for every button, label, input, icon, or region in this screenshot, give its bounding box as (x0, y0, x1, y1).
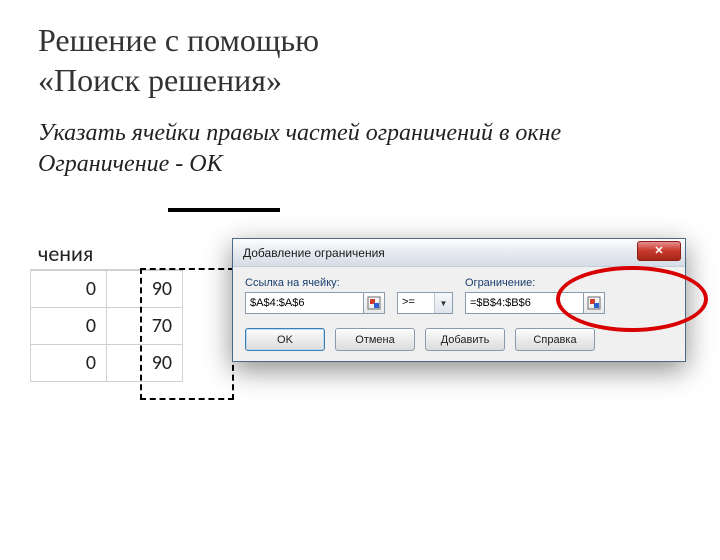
sheet-table: 0 90 0 70 0 90 (30, 270, 183, 382)
cancel-button[interactable]: Отмена (335, 328, 415, 351)
spreadsheet-fragment: чения 0 90 0 70 0 90 (30, 240, 183, 382)
close-icon: ✕ (654, 246, 663, 257)
table-row: 0 70 (31, 308, 183, 345)
close-button[interactable]: ✕ (637, 241, 681, 261)
cell[interactable]: 70 (107, 308, 183, 345)
instruction-text: Указать ячейки правых частей ограничений… (38, 118, 638, 180)
constraint-input[interactable] (465, 292, 583, 314)
table-row: 0 90 (31, 345, 183, 382)
add-constraint-dialog: Добавление ограничения ✕ Ссылка на ячейк… (232, 238, 686, 362)
chevron-down-icon: ▼ (434, 293, 452, 313)
cell[interactable]: 0 (31, 308, 107, 345)
range-picker-button[interactable] (363, 292, 385, 314)
range-picker-icon (367, 296, 381, 310)
operator-dropdown[interactable]: >= ▼ (397, 292, 453, 314)
constraint-label: Ограничение: (465, 277, 605, 289)
operator-value: >= (398, 293, 434, 313)
help-button[interactable]: Справка (515, 328, 595, 351)
ok-button[interactable]: OK (245, 328, 325, 351)
dialog-titlebar[interactable]: Добавление ограничения ✕ (233, 239, 685, 267)
dialog-title-text: Добавление ограничения (243, 246, 385, 260)
cell[interactable]: 0 (31, 345, 107, 382)
table-row: 0 90 (31, 271, 183, 308)
cell-reference-label: Ссылка на ячейку: (245, 277, 385, 289)
range-picker-icon (587, 296, 601, 310)
underline-decoration (168, 208, 280, 212)
range-picker-button[interactable] (583, 292, 605, 314)
cell[interactable]: 90 (107, 271, 183, 308)
cell[interactable]: 0 (31, 271, 107, 308)
cell[interactable]: 90 (107, 345, 183, 382)
cell-reference-input[interactable] (245, 292, 363, 314)
add-button[interactable]: Добавить (425, 328, 505, 351)
column-header: чения (30, 240, 183, 270)
slide-title: Решение с помощью «Поиск решения» (38, 20, 720, 100)
